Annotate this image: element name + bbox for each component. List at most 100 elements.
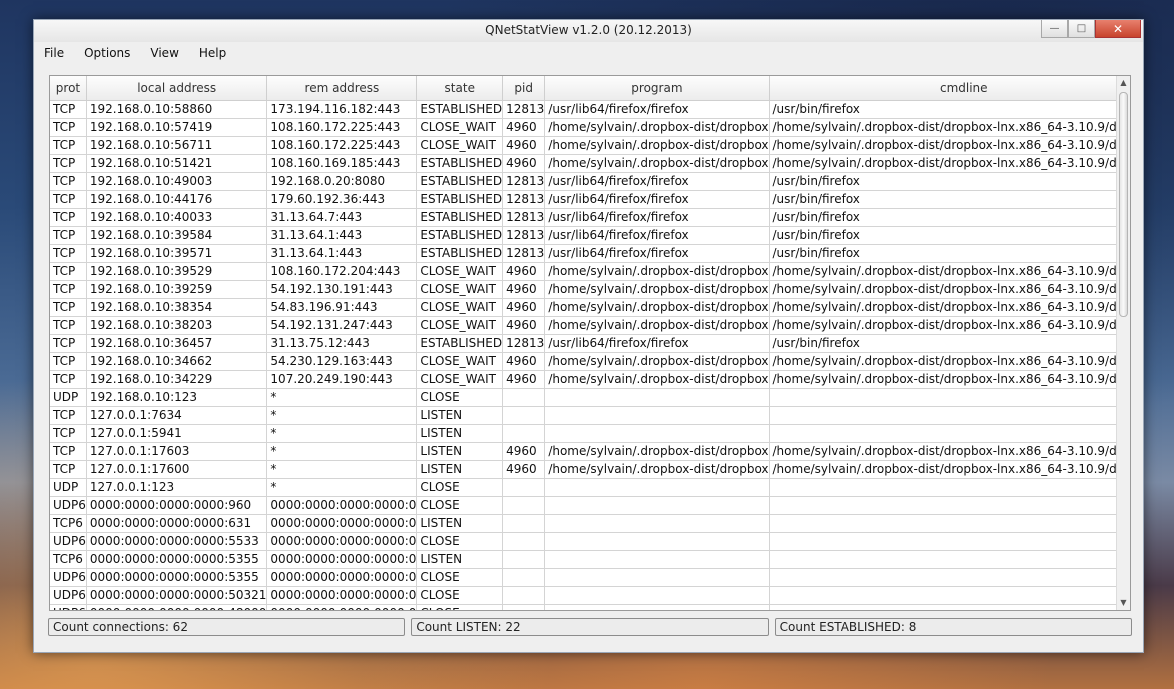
table-row[interactable]: UDP6 0000:0000:0000:0000:960 0000:0000:000… — [50, 496, 1130, 515]
close-button[interactable]: ✕ — [1095, 20, 1141, 38]
cell-local-address: 0000:0000:0000:0000:5533 — [86, 532, 268, 551]
menu-view[interactable]: View — [150, 46, 178, 60]
cell-pid — [502, 478, 546, 497]
cell-program — [544, 406, 770, 425]
cell-pid: 4960 — [502, 280, 546, 299]
table-row[interactable]: TCP 192.168.0.10:39529 108.160.172.204:443… — [50, 262, 1130, 281]
table-row[interactable]: TCP 127.0.0.1:7634 * LISTEN — [50, 406, 1130, 425]
table-row[interactable]: UDP6 0000:0000:0000:0000:5533 0000:0000:00… — [50, 532, 1130, 551]
table-row[interactable]: TCP 192.168.0.10:58860 173.194.116.182:443… — [50, 100, 1130, 119]
table-row[interactable]: TCP 192.168.0.10:56711 108.160.172.225:443… — [50, 136, 1130, 155]
cell-prot: TCP — [50, 370, 87, 389]
scrollbar-thumb[interactable] — [1119, 92, 1128, 317]
cell-rem-address: 179.60.192.36:443 — [266, 190, 418, 209]
cell-state: LISTEN — [416, 424, 504, 443]
column-header-rem-address[interactable]: rem address — [266, 76, 418, 101]
cell-prot: TCP — [50, 316, 87, 335]
menu-options[interactable]: Options — [84, 46, 130, 60]
table-row[interactable]: TCP 192.168.0.10:40033 31.13.64.7:443 ESTAB… — [50, 208, 1130, 227]
title-bar[interactable]: QNetStatView v1.2.0 (20.12.2013) — □ ✕ — [34, 20, 1143, 42]
window-controls: — □ ✕ — [1041, 20, 1141, 38]
table-row[interactable]: UDP6 0000:0000:0000:0000:5355 0000:0000:00… — [50, 568, 1130, 587]
table-row[interactable]: TCP 192.168.0.10:49003 192.168.0.20:8080 ES… — [50, 172, 1130, 191]
column-header-pid[interactable]: pid — [502, 76, 546, 101]
table-row[interactable]: TCP 127.0.0.1:17600 * LISTEN 4960/home/sylva… — [50, 460, 1130, 479]
cell-prot: UDP6 — [50, 532, 87, 551]
cell-local-address: 127.0.0.1:17600 — [86, 460, 268, 479]
table-row[interactable]: UDP 127.0.0.1:123 * CLOSE — [50, 478, 1130, 497]
table-row[interactable]: TCP 192.168.0.10:44176 179.60.192.36:443 ES… — [50, 190, 1130, 209]
table-body: TCP 192.168.0.10:58860 173.194.116.182:443… — [50, 100, 1130, 610]
table-row[interactable]: TCP 192.168.0.10:39571 31.13.64.1:443 ESTAB… — [50, 244, 1130, 263]
maximize-button[interactable]: □ — [1068, 20, 1095, 38]
column-header-cmdline[interactable]: cmdline — [769, 76, 1130, 101]
cell-pid: 12813 — [502, 226, 546, 245]
cell-state: LISTEN — [416, 406, 504, 425]
scroll-down-icon[interactable]: ▼ — [1117, 596, 1130, 610]
cell-rem-address: * — [266, 478, 418, 497]
cell-pid — [502, 586, 546, 605]
minimize-button[interactable]: — — [1041, 20, 1068, 38]
column-header-state[interactable]: state — [416, 76, 504, 101]
cell-prot: TCP — [50, 406, 87, 425]
cell-prot: TCP — [50, 460, 87, 479]
cell-cmdline — [769, 586, 1130, 605]
cell-program: /usr/lib64/firefox/firefox — [544, 226, 770, 245]
cell-cmdline: /usr/bin/firefox — [769, 208, 1130, 227]
cell-rem-address: * — [266, 406, 418, 425]
table-row[interactable]: TCP 192.168.0.10:34229 107.20.249.190:443 C… — [50, 370, 1130, 389]
vertical-scrollbar[interactable]: ▲ ▼ — [1116, 76, 1130, 610]
table-row[interactable]: TCP 127.0.0.1:5941 * LISTEN — [50, 424, 1130, 443]
table-row[interactable]: TCP 192.168.0.10:51421 108.160.169.185:443… — [50, 154, 1130, 173]
cell-rem-address: * — [266, 460, 418, 479]
cell-cmdline: /home/sylvain/.dropbox-dist/dropbox-lnx.… — [769, 118, 1130, 137]
cell-cmdline: /home/sylvain/.dropbox-dist/dropbox-lnx.… — [769, 316, 1130, 335]
table-row[interactable]: UDP60000:0000:0000:0000:480000000:0000:0… — [50, 604, 1130, 610]
table-row[interactable]: TCP 192.168.0.10:36457 31.13.75.12:443 ESTA… — [50, 334, 1130, 353]
cell-state: ESTABLISHED — [416, 100, 504, 119]
table-row[interactable]: TCP6 0000:0000:0000:0000:5355 0000:0000:00… — [50, 550, 1130, 569]
close-icon: ✕ — [1112, 21, 1124, 36]
table-row[interactable]: UDP6 0000:0000:0000:0000:50321 0000:0000:0… — [50, 586, 1130, 605]
cell-state: CLOSE_WAIT — [416, 280, 504, 299]
cell-local-address: 192.168.0.10:38203 — [86, 316, 268, 335]
maximize-icon: □ — [1076, 23, 1087, 34]
cell-local-address: 0000:0000:0000:0000:5355 — [86, 550, 268, 569]
cell-program: /home/sylvain/.dropbox-dist/dropbox — [544, 280, 770, 299]
cell-local-address: 0000:0000:0000:0000:960 — [86, 496, 268, 515]
cell-cmdline — [769, 514, 1130, 533]
table-row[interactable]: TCP 192.168.0.10:39584 31.13.64.1:443 ESTAB… — [50, 226, 1130, 245]
column-header-program[interactable]: program — [544, 76, 770, 101]
table-row[interactable]: UDP 192.168.0.10:123 * CLOSE — [50, 388, 1130, 407]
cell-cmdline: /home/sylvain/.dropbox-dist/dropbox-lnx.… — [769, 262, 1130, 281]
column-header-prot[interactable]: prot — [50, 76, 87, 101]
cell-program: /home/sylvain/.dropbox-dist/dropbox — [544, 370, 770, 389]
table-row[interactable]: TCP 127.0.0.1:17603 * LISTEN 4960/home/sylva… — [50, 442, 1130, 461]
table-row[interactable]: TCP 192.168.0.10:34662 54.230.129.163:443 C… — [50, 352, 1130, 371]
cell-prot: TCP — [50, 136, 87, 155]
table-row[interactable]: TCP 192.168.0.10:39259 54.192.130.191:443 C… — [50, 280, 1130, 299]
cell-program — [544, 532, 770, 551]
count-listen: Count LISTEN: 22 — [411, 618, 769, 636]
scroll-up-icon[interactable]: ▲ — [1117, 76, 1130, 90]
menu-help[interactable]: Help — [199, 46, 226, 60]
cell-program: /home/sylvain/.dropbox-dist/dropbox — [544, 298, 770, 317]
cell-rem-address: 0000:0000:0000:0000:0 — [266, 586, 418, 605]
qnetstatview-window: QNetStatView v1.2.0 (20.12.2013) — □ ✕ F… — [33, 19, 1144, 653]
table-row[interactable]: TCP 192.168.0.10:57419 108.160.172.225:443… — [50, 118, 1130, 137]
table-row[interactable]: TCP6 0000:0000:0000:0000:631 0000:0000:000… — [50, 514, 1130, 533]
cell-state: CLOSE_WAIT — [416, 262, 504, 281]
cell-cmdline — [769, 496, 1130, 515]
table-row[interactable]: TCP 192.168.0.10:38203 54.192.131.247:443 C… — [50, 316, 1130, 335]
column-header-local-address[interactable]: local address — [86, 76, 268, 101]
cell-cmdline — [769, 406, 1130, 425]
menu-file[interactable]: File — [44, 46, 64, 60]
cell-local-address: 0000:0000:0000:0000:48000 — [86, 604, 268, 610]
table-row[interactable]: TCP 192.168.0.10:38354 54.83.196.91:443 CLO… — [50, 298, 1130, 317]
cell-rem-address: * — [266, 388, 418, 407]
cell-prot: TCP — [50, 298, 87, 317]
cell-rem-address: 0000:0000:0000:0000:0 — [266, 550, 418, 569]
cell-cmdline: /home/sylvain/.dropbox-dist/dropbox-lnx.… — [769, 442, 1130, 461]
cell-pid: 12813 — [502, 334, 546, 353]
cell-pid — [502, 406, 546, 425]
